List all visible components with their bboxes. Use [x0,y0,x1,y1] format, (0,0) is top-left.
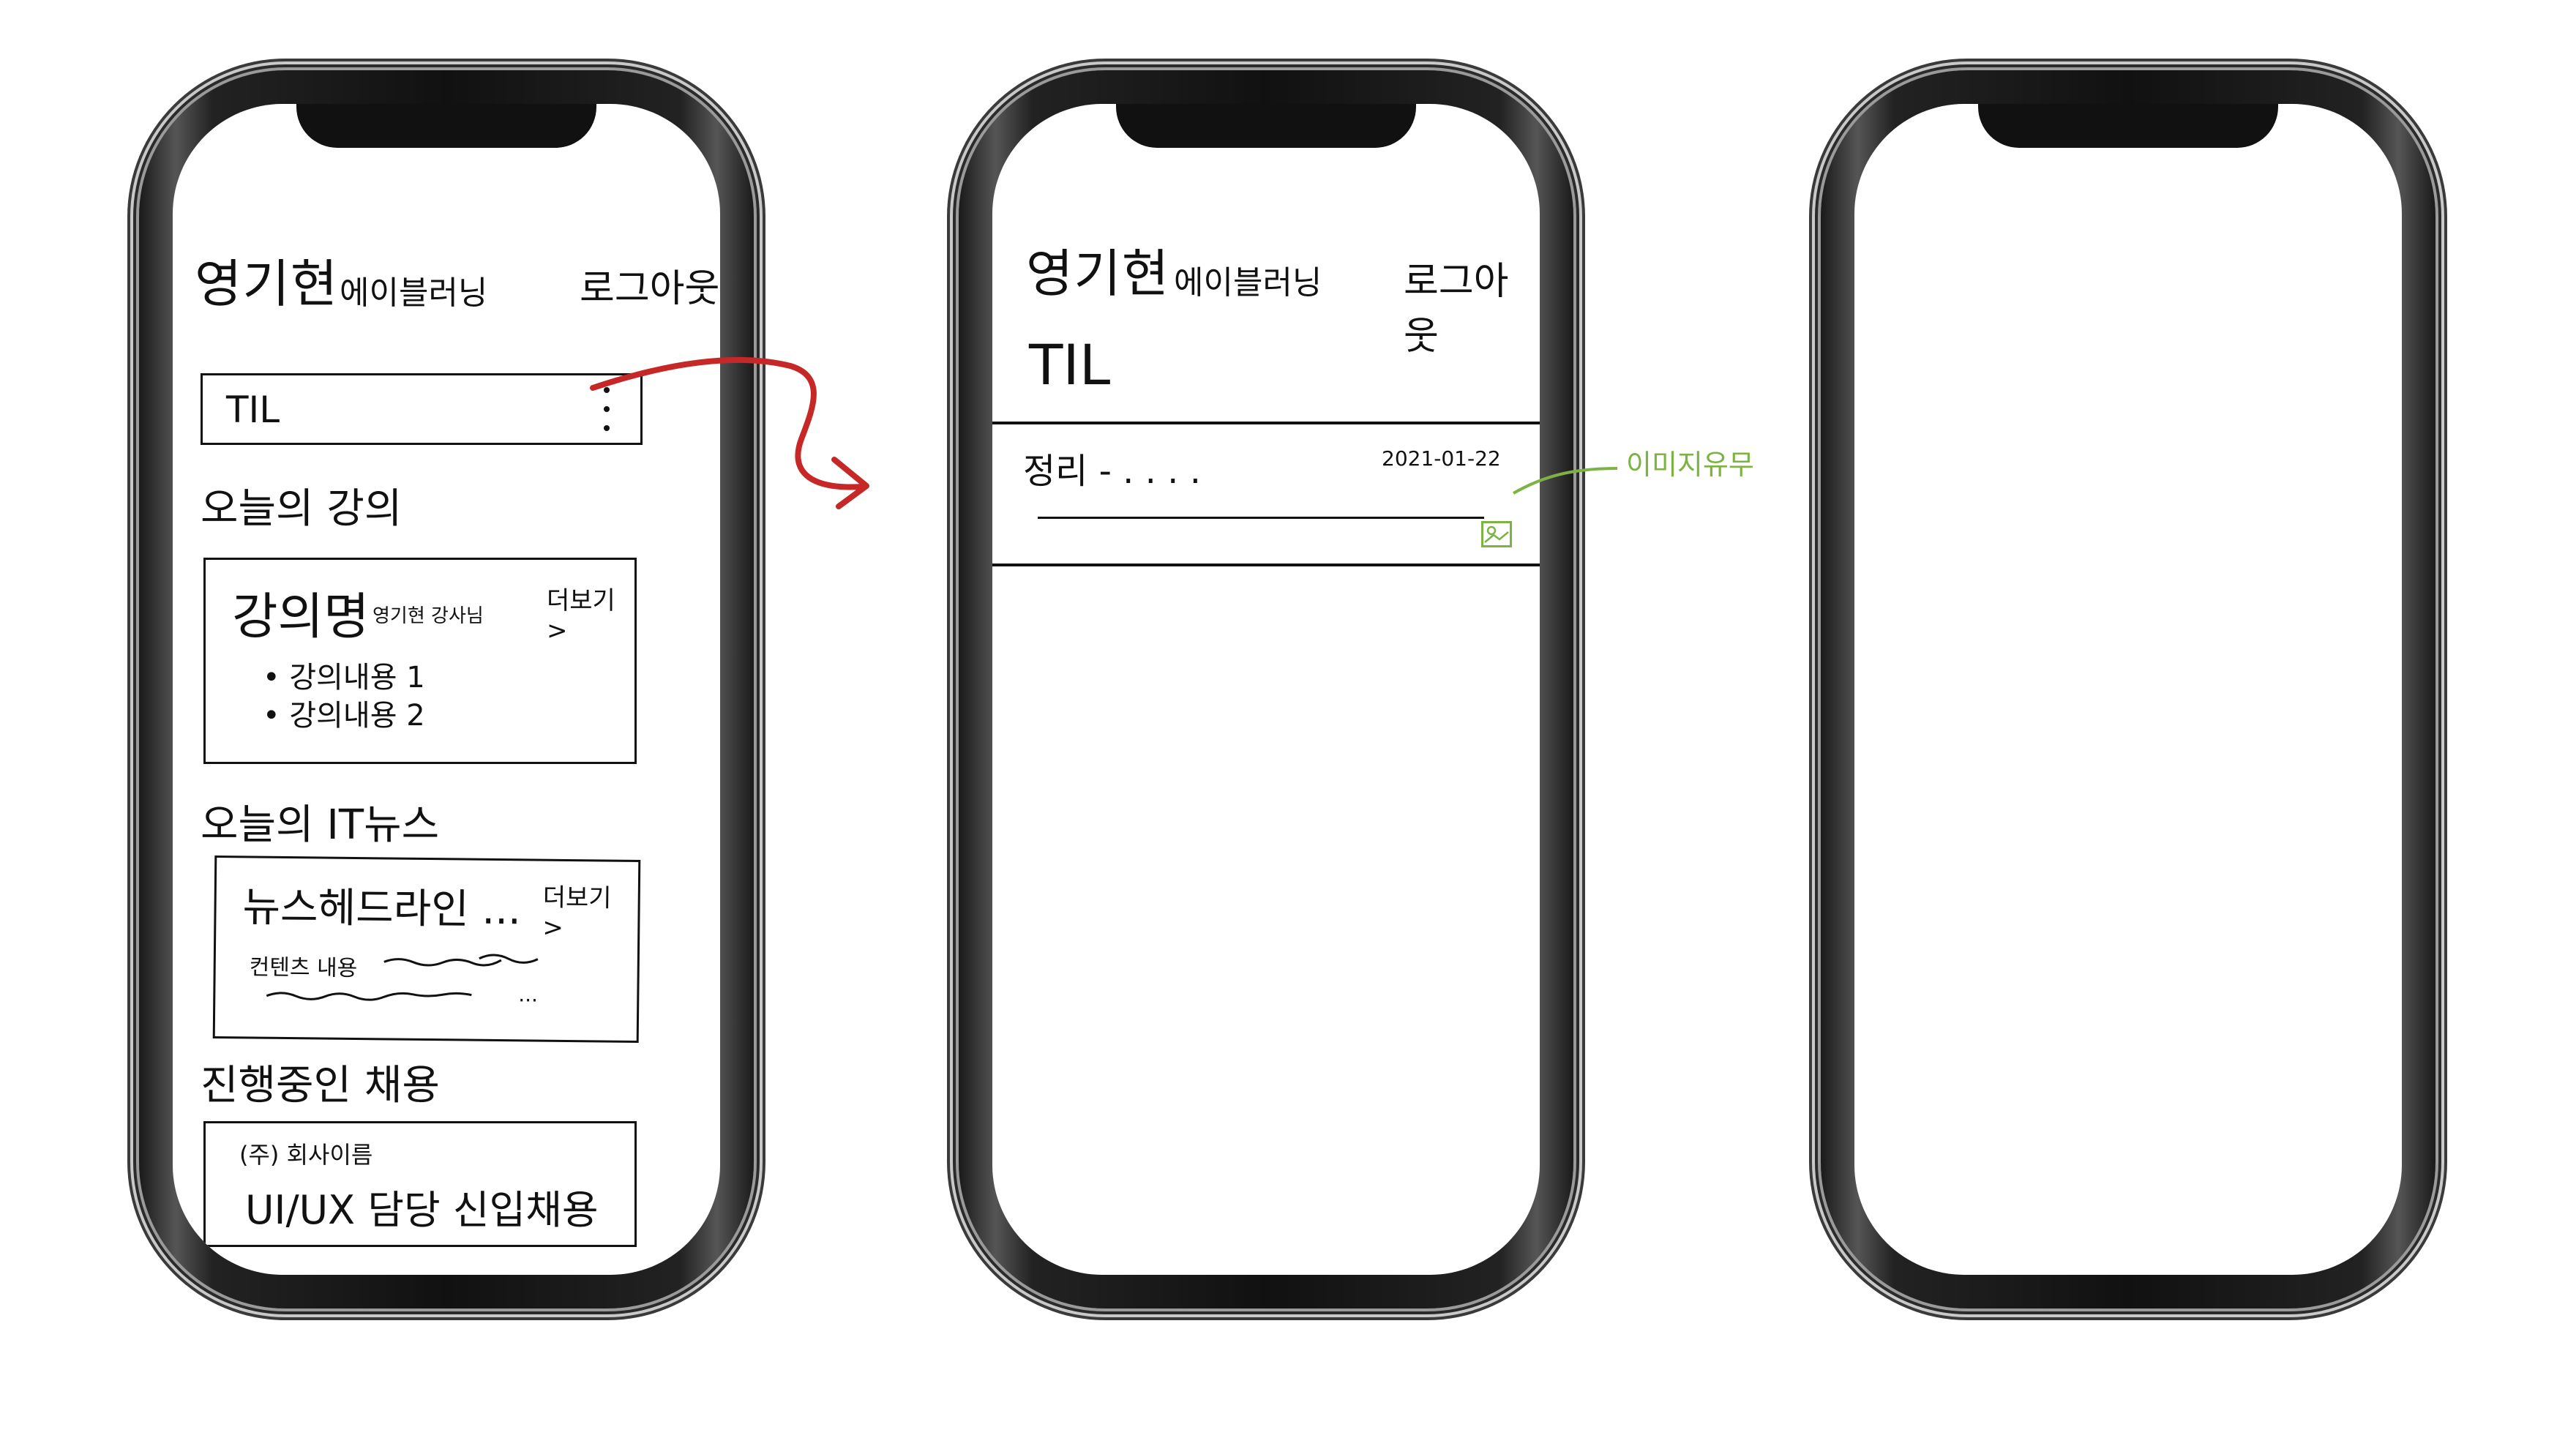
image-note: 이미지유무 [1626,449,1754,481]
flow-arrow [590,356,866,490]
flow-arrowhead [831,457,869,509]
annotation-layer [590,356,1618,509]
note-leader-line [1513,467,1618,495]
